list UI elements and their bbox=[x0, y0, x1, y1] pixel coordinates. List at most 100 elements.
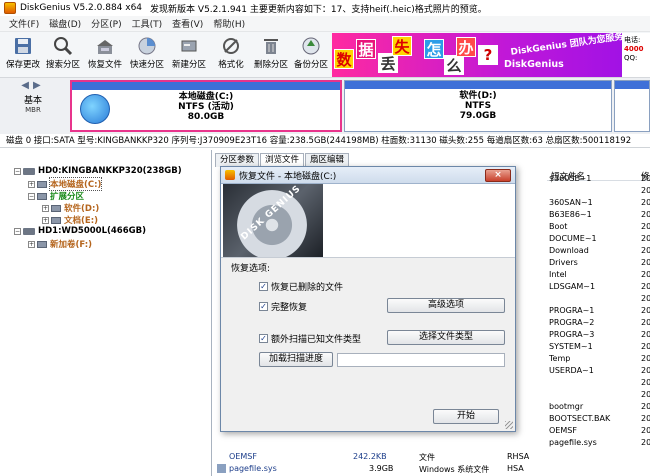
backup-icon bbox=[292, 34, 330, 58]
modified-cell: 20 bbox=[641, 222, 650, 231]
save-icon bbox=[4, 34, 42, 58]
modified-cell: 20 bbox=[641, 246, 650, 255]
quick-partition-button[interactable]: 快速分区 bbox=[128, 34, 166, 74]
expand-icon[interactable]: + bbox=[28, 180, 35, 188]
prev-disk-arrow-icon[interactable]: ◀ bbox=[21, 80, 33, 91]
tree-node-d[interactable]: + 软件(D:) bbox=[42, 202, 99, 214]
banner-slogan: DiskGenius 团队为您服务 bbox=[510, 33, 625, 58]
backup-partition-button[interactable]: 备份分区 bbox=[292, 34, 330, 74]
scan-known-types-checkbox[interactable]: ✓ 额外扫描已知文件类型 bbox=[259, 332, 361, 345]
tab-partition-params[interactable]: 分区参数 bbox=[215, 153, 260, 167]
modified-cell: 20 bbox=[641, 354, 650, 363]
menu-file[interactable]: 文件(F) bbox=[4, 17, 44, 30]
modified-cell: 20 bbox=[641, 414, 650, 423]
tree-node-extended[interactable]: − 扩展分区 bbox=[28, 190, 84, 202]
tree-node-c[interactable]: + 本地磁盘(C:) bbox=[28, 177, 103, 191]
partition-icon bbox=[37, 240, 47, 248]
tree-node-hd0[interactable]: − HD0:KINGBANKKP320(238GB) bbox=[14, 166, 182, 176]
tab-sector-edit[interactable]: 扇区编辑 bbox=[305, 153, 350, 167]
expand-icon[interactable]: + bbox=[42, 204, 49, 212]
banner-tile: 怎 bbox=[424, 39, 444, 59]
start-button[interactable]: 开始 bbox=[433, 409, 499, 424]
update-notice[interactable]: 发现新版本 V5.2.1.941 主要更新内容如下：17、支持heif(.hei… bbox=[150, 2, 487, 15]
short-name-cell: BOOTSECT.BAK bbox=[549, 414, 611, 423]
modified-cell: 20 bbox=[641, 282, 650, 291]
short-name-cell: Boot bbox=[549, 222, 568, 231]
tree-node-f[interactable]: + 新加卷(F:) bbox=[28, 238, 92, 250]
partition-icon bbox=[51, 204, 61, 212]
search-partition-button[interactable]: 搜索分区 bbox=[44, 34, 82, 74]
collapse-icon[interactable]: − bbox=[14, 227, 21, 235]
short-name-cell: OEMSF bbox=[549, 426, 577, 435]
banner-tile: 么 bbox=[444, 55, 464, 75]
modified-cell: 20 bbox=[641, 234, 650, 243]
menu-partition[interactable]: 分区(P) bbox=[86, 17, 126, 30]
checkbox-icon: ✓ bbox=[259, 302, 268, 311]
partition-c-name: 本地磁盘(C:) bbox=[178, 92, 234, 102]
app-icon bbox=[4, 2, 16, 14]
app-icon bbox=[225, 170, 235, 180]
modified-cell: 20 bbox=[641, 438, 650, 447]
banner-tile: 数 bbox=[334, 49, 354, 69]
new-partition-icon bbox=[170, 34, 208, 58]
save-changes-button[interactable]: 保存更改 bbox=[4, 34, 42, 74]
promo-banner[interactable]: 数 据 丢 失 怎 么 办 ? DiskGenius 团队为您服务 DiskGe… bbox=[332, 33, 650, 77]
partition-block-e[interactable] bbox=[614, 80, 650, 132]
banner-tile: ? bbox=[478, 45, 498, 65]
banner-tile: 失 bbox=[392, 36, 412, 56]
banner-contact: 电话: 4000 QQ: bbox=[622, 33, 650, 77]
short-name-cell: B63E86~1 bbox=[549, 210, 592, 219]
partition-icon bbox=[37, 192, 47, 200]
table-row[interactable]: OEMSF 242.2KB 文件 RHSA bbox=[215, 452, 650, 463]
short-name-cell: Download bbox=[549, 246, 589, 255]
complete-recovery-checkbox[interactable]: ✓ 完整恢复 bbox=[259, 300, 307, 313]
format-icon bbox=[212, 34, 250, 58]
menu-disk[interactable]: 磁盘(D) bbox=[44, 17, 86, 30]
close-button[interactable]: × bbox=[485, 169, 511, 182]
short-name-cell: PROGRA~3 bbox=[549, 330, 595, 339]
recover-files-dialog: 恢复文件 - 本地磁盘(C:) × DISK GENIUS 恢复选项: ✓ 恢复已… bbox=[220, 166, 516, 432]
load-scan-progress-button[interactable]: 加载扫描进度 bbox=[259, 352, 333, 367]
resize-grip-icon[interactable] bbox=[505, 421, 513, 429]
dialog-title: 恢复文件 - 本地磁盘(C:) bbox=[239, 171, 337, 182]
menu-tools[interactable]: 工具(T) bbox=[127, 17, 168, 30]
disk-navigator: ◀▶ 基本 MBR bbox=[2, 80, 64, 132]
disk-type-label: 基本 bbox=[23, 96, 42, 106]
next-disk-arrow-icon[interactable]: ▶ bbox=[33, 80, 45, 91]
expand-icon[interactable]: + bbox=[42, 216, 49, 224]
format-button[interactable]: 格式化 bbox=[212, 34, 250, 74]
modified-cell: 20 bbox=[641, 258, 650, 267]
modified-cell: 20 bbox=[641, 270, 650, 279]
recover-files-button[interactable]: 恢复文件 bbox=[86, 34, 124, 74]
recover-deleted-checkbox[interactable]: ✓ 恢复已删除的文件 bbox=[259, 280, 343, 293]
modified-cell: 20 bbox=[641, 330, 650, 339]
hard-disk-image: DISK GENIUS bbox=[223, 184, 323, 257]
dialog-title-bar[interactable]: 恢复文件 - 本地磁盘(C:) bbox=[221, 167, 515, 184]
table-row[interactable]: pagefile.sys 3.9GB Windows 系统文件 HSA bbox=[215, 464, 650, 475]
short-name-cell: pagefile.sys bbox=[549, 438, 597, 447]
menu-help[interactable]: 帮助(H) bbox=[208, 17, 250, 30]
menu-view[interactable]: 查看(V) bbox=[167, 17, 208, 30]
collapse-icon[interactable]: − bbox=[28, 192, 35, 200]
expand-icon[interactable]: + bbox=[28, 240, 35, 248]
disk-info-bar: 磁盘 0 接口:SATA 型号:KINGBANKKP320 序列号:J37090… bbox=[0, 134, 650, 148]
tree-node-e[interactable]: + 文档(E:) bbox=[42, 214, 98, 226]
short-name-cell: $360SE~1 bbox=[549, 174, 592, 183]
disk-scheme-label: MBR bbox=[25, 106, 41, 114]
partition-block-c[interactable]: 本地磁盘(C:) NTFS (活动) 80.0GB bbox=[70, 80, 342, 132]
partition-block-d[interactable]: 软件(D:) NTFS 79.0GB bbox=[344, 80, 612, 132]
modified-cell: 20 bbox=[641, 318, 650, 327]
banner-tile: 办 bbox=[456, 37, 476, 57]
delete-partition-button[interactable]: 删除分区 bbox=[252, 34, 290, 74]
banner-tile: 据 bbox=[356, 39, 376, 59]
windows-logo-icon bbox=[80, 94, 110, 124]
advanced-options-button[interactable]: 高级选项 bbox=[387, 298, 505, 313]
tab-browse-files[interactable]: 浏览文件 bbox=[260, 153, 305, 167]
collapse-icon[interactable]: − bbox=[14, 167, 21, 175]
select-file-types-button[interactable]: 选择文件类型 bbox=[387, 330, 505, 345]
short-name-cell: bootmgr bbox=[549, 402, 584, 411]
new-partition-button[interactable]: 新建分区 bbox=[170, 34, 208, 74]
tree-node-hd1[interactable]: − HD1:WD5000L(466GB) bbox=[14, 226, 146, 236]
title-bar: DiskGenius V5.2.0.884 x64 发现新版本 V5.2.1.9… bbox=[0, 0, 650, 16]
partition-c-fs: NTFS (活动) bbox=[178, 102, 234, 112]
